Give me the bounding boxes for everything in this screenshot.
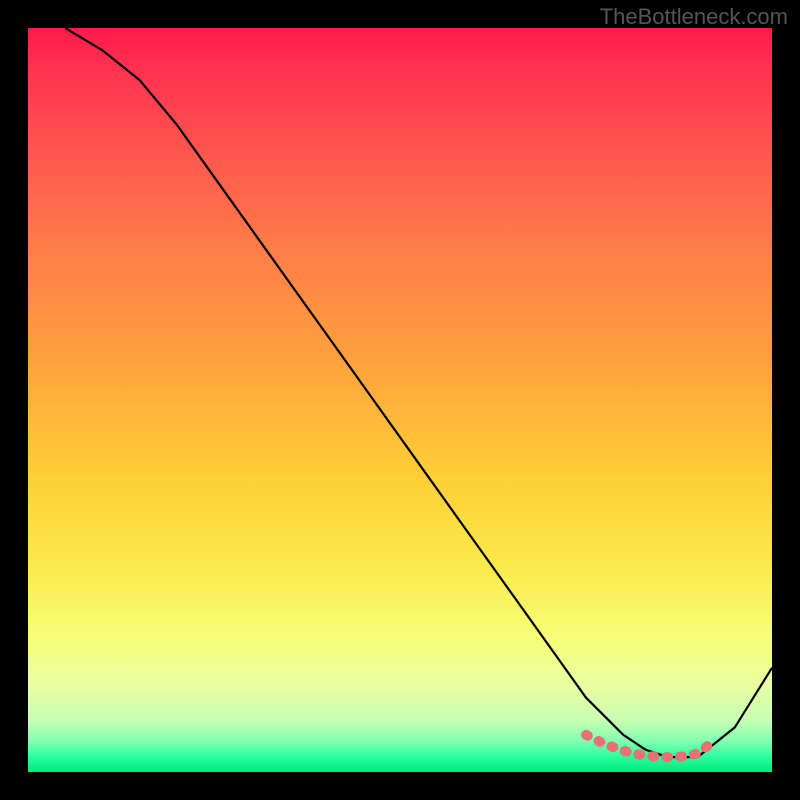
chart-svg (28, 28, 772, 772)
plot-area (28, 28, 772, 772)
flat-dotted-line (586, 735, 713, 757)
curve-line (65, 28, 772, 757)
dot-group (586, 735, 713, 757)
watermark-text: TheBottleneck.com (600, 4, 788, 30)
